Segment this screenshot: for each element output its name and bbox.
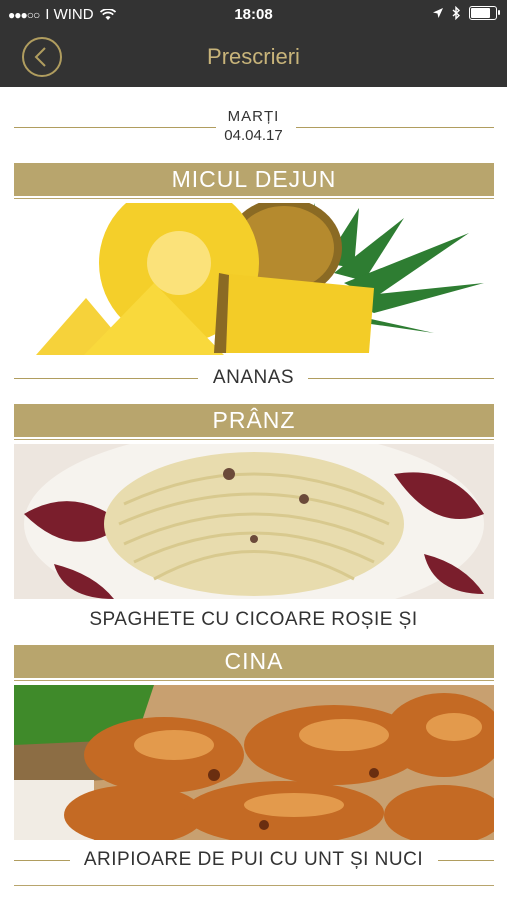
location-icon xyxy=(433,8,443,18)
day-label: MARȚI xyxy=(227,108,280,125)
meal-caption-dinner: ARIPIOARE DE PUI CU UNT ȘI NUCI xyxy=(83,849,424,870)
bottom-rule xyxy=(14,885,494,886)
date-header: MARȚI 04.04.17 xyxy=(0,108,507,144)
meal-title-breakfast: MICUL DEJUN xyxy=(14,163,494,196)
date-label: 04.04.17 xyxy=(224,127,283,144)
meal-photo-pineapple[interactable] xyxy=(14,203,494,358)
meal-caption-lunch: SPAGHETE CU CICOARE ROȘIE ȘI xyxy=(89,609,418,630)
meal-title-lunch: PRÂNZ xyxy=(14,404,494,437)
meal-photo-spaghetti[interactable] xyxy=(14,444,494,599)
meal-photo-chicken-wings[interactable] xyxy=(14,685,494,840)
bluetooth-icon xyxy=(452,6,461,20)
section-rule xyxy=(14,198,494,199)
page-title: Prescrieri xyxy=(207,44,300,69)
status-bar: ●●●○○ I WIND 18:08 xyxy=(0,0,507,30)
battery-icon xyxy=(469,6,500,20)
status-time: 18:08 xyxy=(234,6,273,23)
section-rule xyxy=(14,439,494,440)
meal-caption-breakfast: ANANAS xyxy=(212,367,295,388)
section-rule xyxy=(14,680,494,681)
meal-title-dinner: CINA xyxy=(14,645,494,678)
nav-bar: Prescrieri xyxy=(0,30,507,87)
